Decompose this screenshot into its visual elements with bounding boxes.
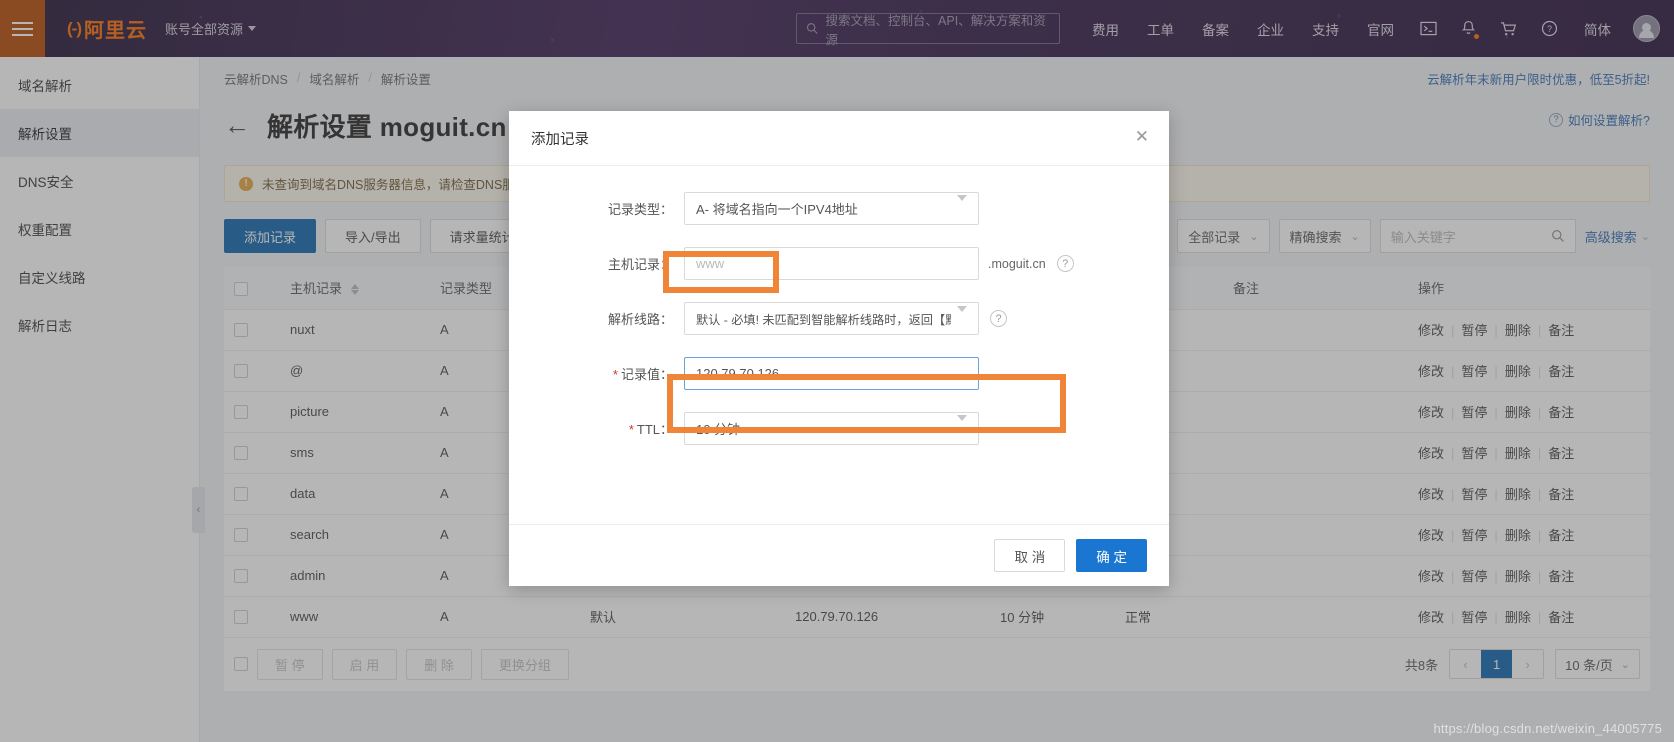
record-type-label: 记录类型： [607,202,673,217]
field-line: 解析线路： 默认 - 必填! 未匹配到智能解析线路时，返回【默认】线路设... … [509,302,1169,335]
host-label: 主机记录： [607,257,673,272]
ttl-label: * TTL： [628,422,673,437]
help-icon[interactable]: ? [1056,255,1074,272]
modal-footer: 取 消 确 定 [509,524,1169,586]
modal-body: 记录类型： A- 将域名指向一个IPV4地址 主机记录： www .moguit… [509,166,1169,524]
chevron-down-icon [957,305,967,326]
line-value: 默认 - 必填! 未匹配到智能解析线路时，返回【默认】线路设... [696,312,951,327]
help-icon[interactable]: ? [990,310,1007,327]
required-marker: * [612,367,618,382]
host-placeholder: www [696,256,725,271]
chevron-down-icon [957,195,967,216]
chevron-down-icon [957,415,967,436]
required-marker: * [628,422,634,437]
confirm-button[interactable]: 确 定 [1076,539,1147,572]
ttl-select[interactable]: 10 分钟 [684,412,979,445]
modal-header: 添加记录 ✕ [509,111,1169,166]
record-type-value: A- 将域名指向一个IPV4地址 [696,202,858,217]
host-domain-suffix: .moguit.cn [988,256,1046,271]
line-select[interactable]: 默认 - 必填! 未匹配到智能解析线路时，返回【默认】线路设... [684,302,979,335]
line-label: 解析线路： [607,312,673,327]
host-input[interactable]: www [684,247,979,280]
record-type-select[interactable]: A- 将域名指向一个IPV4地址 [684,192,979,225]
cancel-button[interactable]: 取 消 [994,539,1066,572]
field-record-value: * 记录值： 120.79.70.126 [509,357,1169,390]
close-icon[interactable]: ✕ [1135,128,1149,145]
modal-title: 添加记录 [531,131,589,148]
field-ttl: * TTL： 10 分钟 [509,412,1169,445]
record-value-input[interactable]: 120.79.70.126 [684,357,979,390]
field-record-type: 记录类型： A- 将域名指向一个IPV4地址 [509,192,1169,225]
watermark: https://blog.csdn.net/weixin_44005775 [1433,721,1662,736]
record-value-label: * 记录值： [612,367,673,382]
ttl-value: 10 分钟 [696,422,741,437]
record-value-text: 120.79.70.126 [696,366,780,381]
field-host: 主机记录： www .moguit.cn ? [509,247,1169,280]
add-record-modal: 添加记录 ✕ 记录类型： A- 将域名指向一个IPV4地址 主机记录： www … [509,111,1169,586]
